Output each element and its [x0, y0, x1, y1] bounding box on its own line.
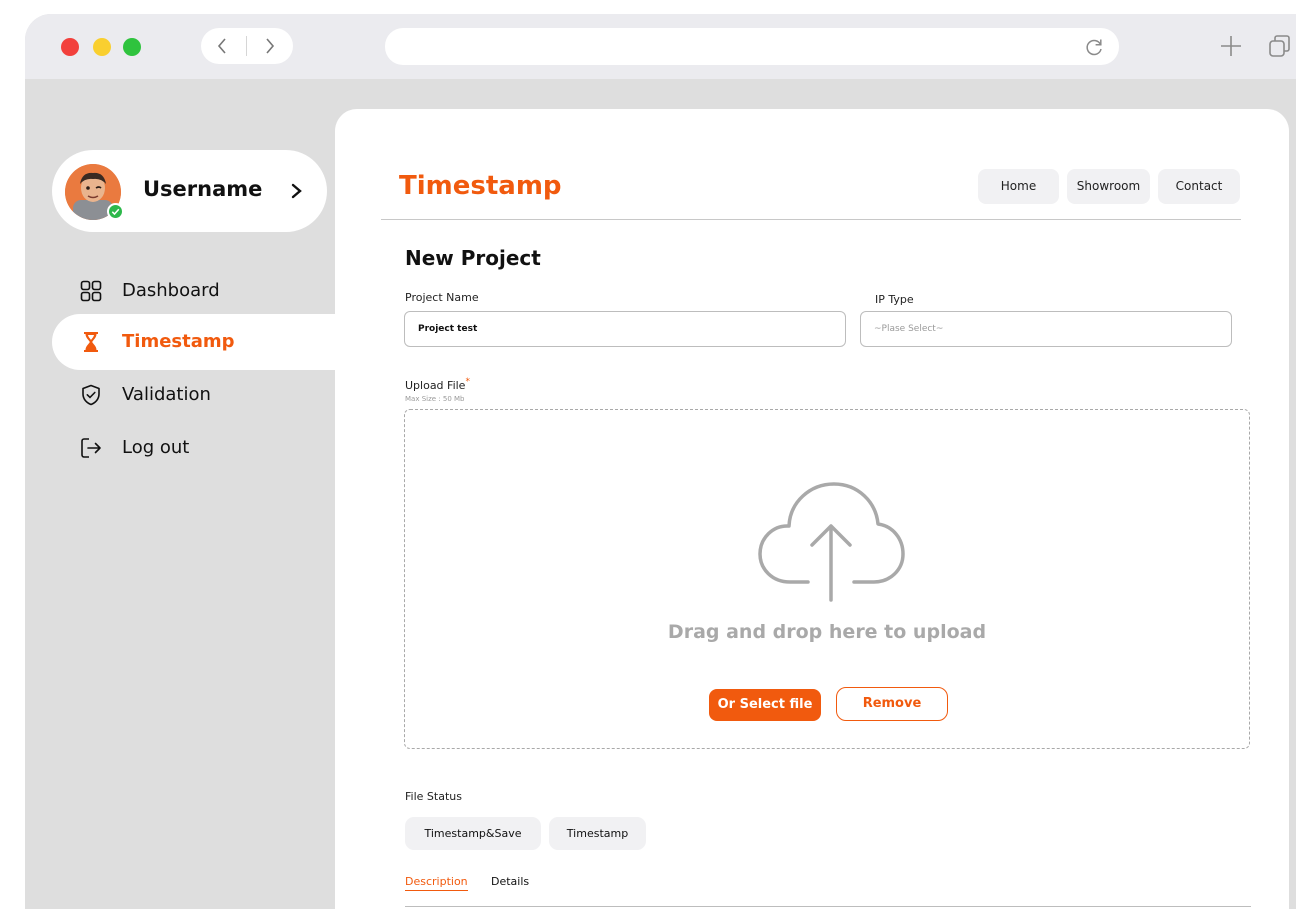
- chevron-right-icon[interactable]: [287, 180, 307, 202]
- file-status-label: File Status: [405, 790, 462, 803]
- minimize-window-button[interactable]: [93, 38, 111, 56]
- address-bar[interactable]: [385, 28, 1119, 65]
- new-tab-icon[interactable]: [1219, 34, 1243, 58]
- sidebar-item-logout[interactable]: Log out: [25, 420, 345, 476]
- ip-type-label: IP Type: [875, 293, 914, 306]
- close-window-button[interactable]: [61, 38, 79, 56]
- header-divider: [381, 219, 1241, 220]
- hourglass-icon: [84, 332, 98, 352]
- project-name-label: Project Name: [405, 291, 479, 304]
- browser-window: Username Dashboard Timestamp Validation: [25, 14, 1296, 909]
- forward-arrow-icon[interactable]: [259, 36, 279, 56]
- back-arrow-icon[interactable]: [213, 36, 233, 56]
- browser-titlebar: [25, 14, 1296, 79]
- tab-overview-icon[interactable]: [1268, 33, 1292, 59]
- main-panel: Timestamp Home Showroom Contact New Proj…: [335, 109, 1289, 909]
- max-size-hint: Max Size : 50 Mb: [405, 395, 465, 403]
- file-dropzone[interactable]: Drag and drop here to upload Or Select f…: [404, 409, 1250, 749]
- nav-home-link[interactable]: Home: [978, 169, 1059, 204]
- sidebar-item-label: Timestamp: [122, 331, 235, 352]
- reload-icon[interactable]: [1083, 36, 1105, 58]
- tab-description[interactable]: Description: [405, 875, 468, 891]
- upload-file-label: Upload File*: [405, 377, 470, 392]
- shield-check-icon: [82, 384, 100, 406]
- tab-details[interactable]: Details: [491, 875, 529, 888]
- username-label: Username: [143, 177, 263, 201]
- cloud-upload-icon: [758, 482, 905, 602]
- page-title: Timestamp: [399, 171, 562, 201]
- timestamp-save-chip[interactable]: Timestamp&Save: [405, 817, 541, 850]
- sidebar-item-dashboard[interactable]: Dashboard: [25, 263, 345, 319]
- sidebar-item-label: Dashboard: [122, 280, 220, 301]
- timestamp-chip[interactable]: Timestamp: [549, 817, 646, 850]
- sidebar-item-label: Log out: [122, 437, 190, 458]
- remove-file-button[interactable]: Remove: [836, 687, 948, 721]
- nav-showroom-link[interactable]: Showroom: [1067, 169, 1150, 204]
- history-nav: [201, 28, 293, 64]
- nav-divider: [246, 36, 247, 56]
- sidebar-item-timestamp[interactable]: Timestamp: [52, 314, 372, 370]
- nav-contact-link[interactable]: Contact: [1158, 169, 1240, 204]
- section-heading: New Project: [405, 246, 541, 270]
- tabs-divider: [405, 906, 1251, 907]
- ip-type-select[interactable]: ~Plase Select~: [860, 311, 1232, 347]
- user-profile-pill[interactable]: Username: [52, 150, 327, 232]
- sidebar-item-validation[interactable]: Validation: [25, 367, 345, 423]
- select-file-button[interactable]: Or Select file: [709, 689, 821, 721]
- required-mark: *: [465, 377, 470, 387]
- grid-icon: [80, 280, 102, 302]
- maximize-window-button[interactable]: [123, 38, 141, 56]
- sidebar-item-label: Validation: [122, 384, 211, 405]
- dropzone-instruction: Drag and drop here to upload: [667, 621, 987, 643]
- logout-icon: [81, 438, 101, 458]
- upload-file-text: Upload File: [405, 379, 466, 392]
- online-status-icon: [107, 203, 124, 220]
- project-name-input[interactable]: Project test: [404, 311, 846, 347]
